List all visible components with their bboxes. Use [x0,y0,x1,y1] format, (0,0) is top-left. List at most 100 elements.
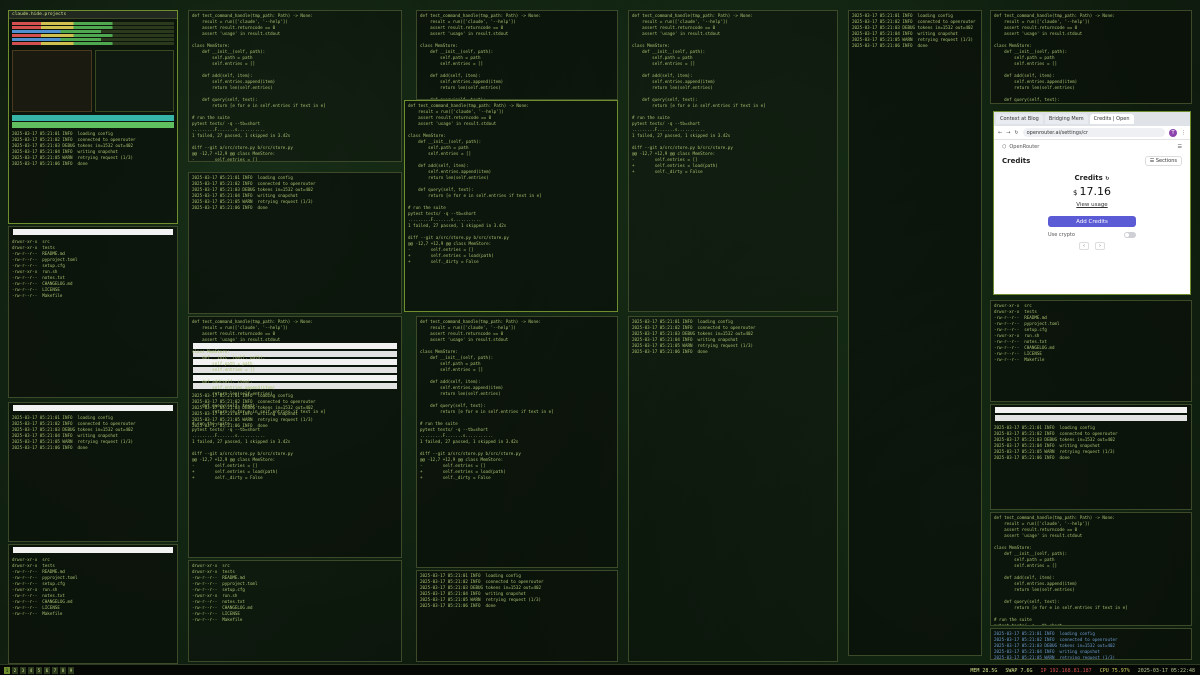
chat-log: 2025-03-17 05:21:01 INFO loading config … [192,175,316,210]
editor-pane-4[interactable]: 2025-03-17 05:21:01 INFO loading config … [416,570,618,662]
log-text: 2025-03-17 05:21:01 INFO loading config … [852,13,976,48]
sections-icon: ☰ [1149,158,1155,164]
chat-log: drwxr-xr-x src drwxr-xr-x tests -rw-r--r… [192,563,258,622]
reload-icon[interactable]: ↻ [1014,130,1018,136]
selected-process-row[interactable] [12,122,174,128]
workspace-6[interactable]: 6 [44,667,50,674]
claude-chat-pane-1[interactable]: def test_command_handle(tmp_path: Path) … [188,10,402,162]
sections-button[interactable]: ☰ Sections [1144,156,1182,166]
editor-pane-2[interactable]: def test_command_handle(tmp_path: Path) … [404,100,618,312]
status-line [13,405,173,411]
workspace-2[interactable]: 2 [12,667,18,674]
shell-pane-top[interactable]: def test_command_handle(tmp_path: Path) … [990,10,1192,104]
tab-credits[interactable]: Credits | Open [1089,114,1134,124]
editor-text: def test_command_handle(tmp_path: Path) … [420,319,554,480]
amount-stepper: ‹ › [994,242,1190,250]
notes-text: def test_command_handle(tmp_path: Path) … [632,13,766,174]
credits-heading-text: Credits [1074,174,1103,182]
process-list: 2025-03-17 05:21:01 INFO loading config … [12,131,136,166]
forward-icon[interactable]: → [1006,130,1010,136]
cpu-bar [12,42,174,45]
mem-indicator: MEM 28.5G [970,667,998,674]
credits-heading: Credits ↻ [994,174,1190,182]
workspace-7[interactable]: 7 [52,667,58,674]
cpu-indicator: CPU 75.97% [1099,667,1130,674]
file-list-pane-3[interactable]: drwxr-xr-x src drwxr-xr-x tests -rw-r--r… [8,544,178,664]
chat-log: def test_command_handle(tmp_path: Path) … [192,13,326,162]
notes-pane-1[interactable]: def test_command_handle(tmp_path: Path) … [628,10,838,312]
cpu-bar [12,34,174,37]
page-header-row: Credits ☰ Sections [994,154,1190,168]
diff-text: def test_command_handle(tmp_path: Path) … [192,319,326,480]
cpu-bar [12,30,174,33]
clock: 2025-03-17 05:22:48 [1137,667,1195,674]
tab-context-blog[interactable]: Context at Blog [996,114,1043,124]
system-monitor-pane[interactable]: claude.hide.projects 2025-03-17 05:21:01… [8,10,178,224]
use-crypto-toggle[interactable] [1124,232,1136,238]
workspace-8[interactable]: 8 [60,667,66,674]
claude-chat-pane-2[interactable]: 2025-03-17 05:21:01 INFO loading config … [188,172,402,314]
site-header: ⬡ OpenRouter ☰ [994,140,1190,154]
workspace-3[interactable]: 3 [20,667,26,674]
status-line [13,229,173,235]
workspace-4[interactable]: 4 [28,667,34,674]
hamburger-icon[interactable]: ☰ [1178,144,1182,150]
file-list-pane-2[interactable]: 2025-03-17 05:21:01 INFO loading config … [8,402,178,542]
refresh-icon[interactable]: ↻ [1105,176,1109,182]
editor-pane-1[interactable]: def test_command_handle(tmp_path: Path) … [416,10,618,100]
cpu-meters [9,19,177,48]
pane-title: claude.hide.projects [9,11,177,19]
add-credits-button[interactable]: Add Credits [1048,216,1136,227]
shell-pane-mid[interactable]: drwxr-xr-x src drwxr-xr-x tests -rw-r--r… [990,300,1192,402]
workspace-5[interactable]: 5 [36,667,42,674]
shell-pane-lower[interactable]: 2025-03-17 05:21:01 INFO loading config … [990,404,1192,510]
url-text: openrouter.ai/settings/cr [1026,129,1089,136]
profile-avatar[interactable]: T [1169,128,1177,137]
browser-window[interactable]: Context at Blog Bridging Mem Credits | O… [993,111,1191,295]
cpu-bar [12,22,174,25]
editor-text: 2025-03-17 05:21:01 INFO loading config … [420,573,544,608]
notes-pane-2[interactable]: 2025-03-17 05:21:01 INFO loading config … [628,316,838,662]
status-right: MEM 28.5G SWAP 7.6G IP 192.168.81.187 CP… [970,668,1200,674]
swap-indicator: SWAP 7.6G [1005,667,1033,674]
mem-graph [94,50,174,112]
shell-pane-bottom[interactable]: def test_command_handle(tmp_path: Path) … [990,512,1192,626]
tab-bar: Context at Blog Bridging Mem Credits | O… [994,112,1190,126]
tab-bridging-mem[interactable]: Bridging Mem [1044,114,1088,124]
currency-symbol: $ [1073,189,1078,197]
process-header-row [12,115,174,121]
redacted-line [995,407,1187,413]
diff-text: 2025-03-17 05:21:01 INFO loading config … [192,393,316,428]
credits-amount: 17.16 [1079,185,1111,198]
view-usage-link[interactable]: View usage [994,202,1190,208]
tab-label: Context at Blog [1000,116,1039,122]
cpu-bar [12,38,174,41]
shell-text: def test_command_handle(tmp_path: Path) … [994,13,1116,102]
brand-label[interactable]: OpenRouter [1009,144,1039,150]
cpu-graph [12,50,92,112]
log-pane[interactable]: 2025-03-17 05:21:01 INFO loading config … [848,10,982,656]
address-bar: ← → ↻ openrouter.ai/settings/cr T ⋮ [994,126,1190,140]
file-list-pane-1[interactable]: drwxr-xr-x src drwxr-xr-x tests -rw-r--r… [8,226,178,398]
diff-pane[interactable]: def test_command_handle(tmp_path: Path) … [188,316,402,558]
decrement-icon[interactable]: ‹ [1079,242,1089,250]
desktop: claude.hide.projects 2025-03-17 05:21:01… [0,0,1200,675]
links-pane[interactable]: 2025-03-17 05:21:01 INFO loading config … [990,628,1192,660]
file-list: 2025-03-17 05:21:01 INFO loading config … [12,415,136,450]
menu-icon[interactable]: ⋮ [1181,130,1186,136]
claude-chat-pane-3[interactable]: drwxr-xr-x src drwxr-xr-x tests -rw-r--r… [188,560,402,662]
use-crypto-label: Use crypto [1048,232,1075,238]
url-input[interactable]: openrouter.ai/settings/cr [1022,128,1165,137]
file-list: drwxr-xr-x src drwxr-xr-x tests -rw-r--r… [12,239,78,298]
graph-row [9,48,177,114]
file-list: drwxr-xr-x src drwxr-xr-x tests -rw-r--r… [12,557,78,616]
increment-icon[interactable]: › [1095,242,1105,250]
back-icon[interactable]: ← [998,130,1002,136]
workspace-1[interactable]: 1 [4,667,10,674]
cpu-bar [12,26,174,29]
openrouter-logo-icon: ⬡ [1002,144,1007,150]
ip-indicator: IP 192.168.81.187 [1040,667,1092,674]
links-text: 2025-03-17 05:21:01 INFO loading config … [994,631,1118,660]
workspace-9[interactable]: 9 [68,667,74,674]
editor-pane-3[interactable]: def test_command_handle(tmp_path: Path) … [416,316,618,568]
